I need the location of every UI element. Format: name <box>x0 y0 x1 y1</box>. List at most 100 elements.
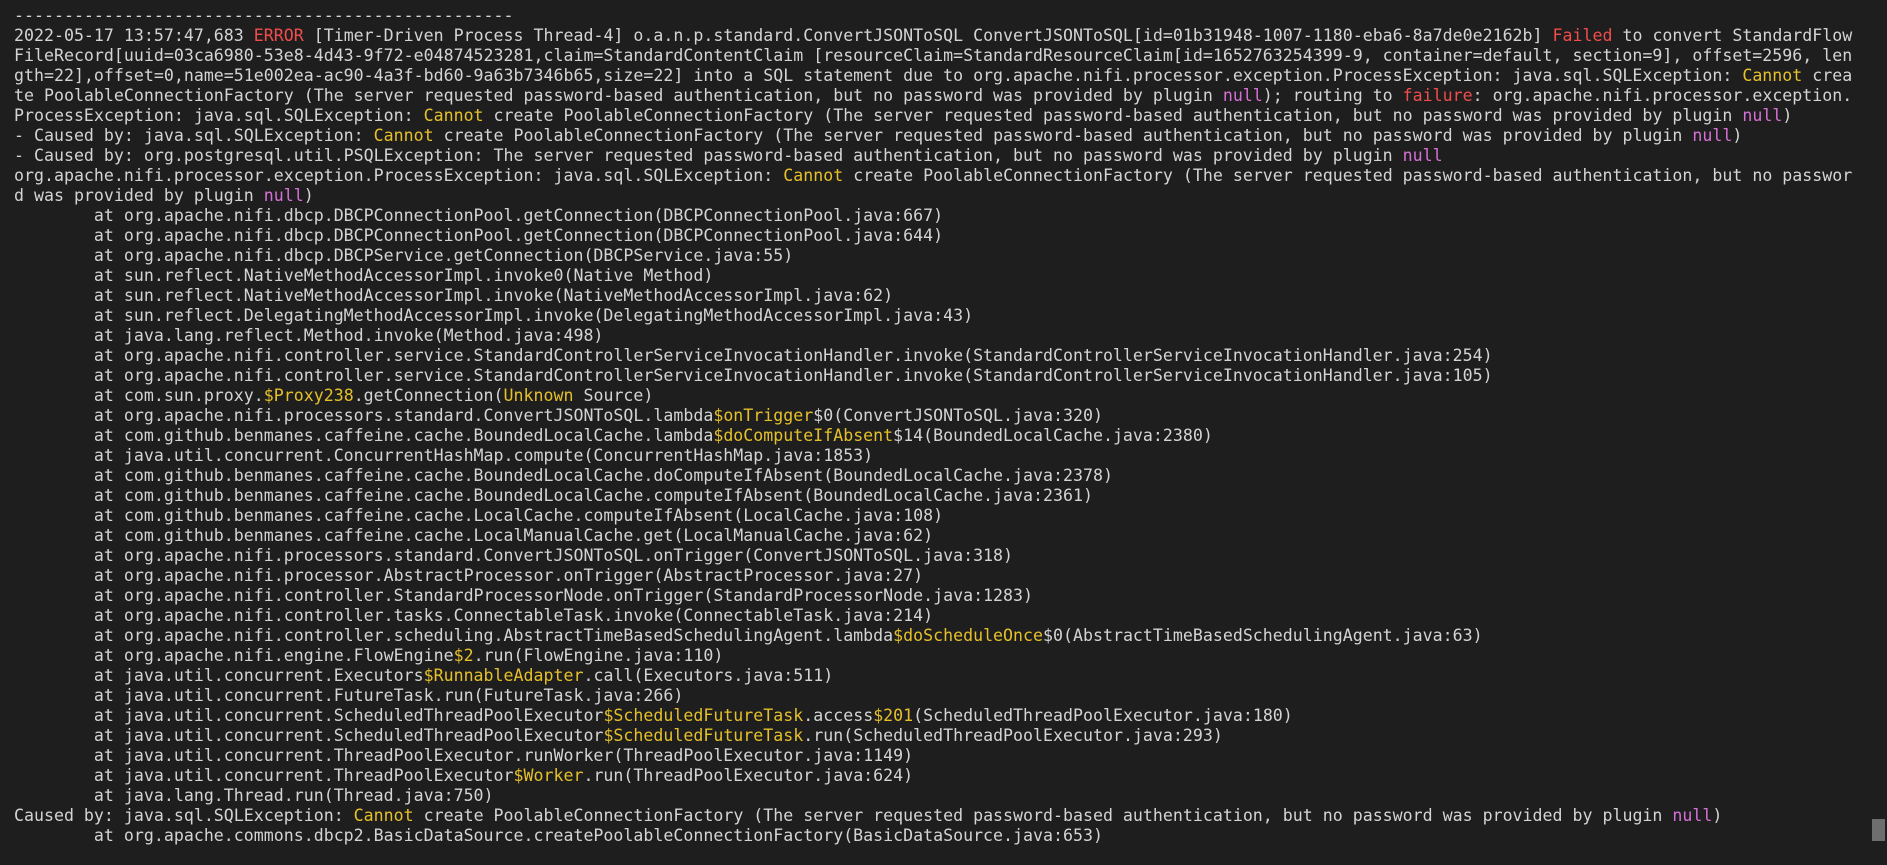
log-line: at com.sun.proxy.$Proxy238.getConnection… <box>14 386 1860 406</box>
log-text-segment: at com.sun.proxy. <box>14 386 264 405</box>
log-text-segment: $0(AbstractTimeBasedSchedulingAgent.java… <box>1043 626 1483 645</box>
log-text-segment: at org.apache.nifi.dbcp.DBCPConnectionPo… <box>14 226 944 245</box>
log-text-segment: at org.apache.nifi.controller.scheduling… <box>14 626 894 645</box>
log-text-segment: $ScheduledFutureTask <box>603 726 804 745</box>
log-line: at sun.reflect.NativeMethodAccessorImpl.… <box>14 286 1860 306</box>
log-text-segment: create PoolableConnectionFactory (The se… <box>843 166 1853 185</box>
log-text-segment: at org.apache.commons.dbcp2.BasicDataSou… <box>14 826 1103 845</box>
log-text-segment: Cannot <box>1742 66 1803 85</box>
log-text-segment: at org.apache.nifi.processor.AbstractPro… <box>14 566 924 585</box>
log-text-segment: at java.util.concurrent.ScheduledThreadP… <box>14 706 604 725</box>
log-text-segment: at org.apache.nifi.controller.tasks.Conn… <box>14 606 934 625</box>
log-text-segment: at org.apache.nifi.engine.FlowEngine <box>14 646 454 665</box>
log-text-segment: Cannot <box>423 106 484 125</box>
log-line: gth=22],offset=0,name=51e002ea-ac90-4a3f… <box>14 66 1860 86</box>
log-line: at java.util.concurrent.ThreadPoolExecut… <box>14 766 1860 786</box>
log-text-segment: $2 <box>453 646 474 665</box>
log-line: at com.github.benmanes.caffeine.cache.Bo… <box>14 426 1860 446</box>
log-text-segment: [Timer-Driven Process Thread-4] o.a.n.p.… <box>303 26 1553 45</box>
log-text-segment: $RunnableAdapter <box>423 666 584 685</box>
log-text-segment: at java.util.concurrent.FutureTask.run(F… <box>14 686 684 705</box>
log-line: at sun.reflect.NativeMethodAccessorImpl.… <box>14 266 1860 286</box>
log-line: org.apache.nifi.processor.exception.Proc… <box>14 166 1860 186</box>
log-line: at org.apache.nifi.engine.FlowEngine$2.r… <box>14 646 1860 666</box>
log-text-segment: gth=22],offset=0,name=51e002ea-ac90-4a3f… <box>14 66 1743 85</box>
log-text-segment: Caused by: java.sql.SQLException: <box>14 806 354 825</box>
log-line: te PoolableConnectionFactory (The server… <box>14 86 1860 106</box>
log-line: at org.apache.nifi.controller.StandardPr… <box>14 586 1860 606</box>
log-text-segment: ) <box>1712 806 1723 825</box>
log-text-segment: null <box>1222 86 1263 105</box>
log-line: at java.util.concurrent.ScheduledThreadP… <box>14 726 1860 746</box>
log-text-segment: ----------------------------------------… <box>14 6 514 25</box>
log-text-segment: $Worker <box>513 766 584 785</box>
log-text-segment: null <box>1742 106 1783 125</box>
log-text-segment: null <box>1692 126 1733 145</box>
log-text-segment: at sun.reflect.DelegatingMethodAccessorI… <box>14 306 974 325</box>
log-text-segment: Cannot <box>783 166 844 185</box>
log-text-segment: $Proxy238 <box>263 386 354 405</box>
log-line: FileRecord[uuid=03ca6980-53e8-4d43-9f72-… <box>14 46 1860 66</box>
log-text-segment: at org.apache.nifi.processors.standard.C… <box>14 546 1014 565</box>
log-line: Caused by: java.sql.SQLException: Cannot… <box>14 806 1860 826</box>
vertical-scrollbar[interactable] <box>1870 0 1887 865</box>
log-text-segment: $doComputeIfAbsent <box>713 426 894 445</box>
log-text-segment: Cannot <box>353 806 414 825</box>
log-text-segment: at com.github.benmanes.caffeine.cache.Lo… <box>14 506 944 525</box>
log-text-segment: $0(ConvertJSONToSQL.java:320) <box>813 406 1103 425</box>
log-text-segment: ) <box>303 186 314 205</box>
log-text-segment: .run(ThreadPoolExecutor.java:624) <box>583 766 914 785</box>
log-text-segment: - Caused by: org.postgresql.util.PSQLExc… <box>14 146 1403 165</box>
log-line: ProcessException: java.sql.SQLException:… <box>14 106 1860 126</box>
log-text-segment: create PoolableConnectionFactory (The se… <box>433 126 1693 145</box>
log-text-segment: at com.github.benmanes.caffeine.cache.Bo… <box>14 426 714 445</box>
log-text-segment: create PoolableConnectionFactory (The se… <box>413 806 1673 825</box>
log-line: at org.apache.nifi.controller.tasks.Conn… <box>14 606 1860 626</box>
log-text-segment: at org.apache.nifi.dbcp.DBCPService.getC… <box>14 246 794 265</box>
terminal-window[interactable]: ----------------------------------------… <box>0 0 1887 865</box>
log-text-segment: .run(ScheduledThreadPoolExecutor.java:29… <box>803 726 1223 745</box>
log-text-segment: $ScheduledFutureTask <box>603 706 804 725</box>
log-text-segment: at org.apache.nifi.processors.standard.C… <box>14 406 714 425</box>
log-text-segment: create PoolableConnectionFactory (The se… <box>483 106 1743 125</box>
log-text-segment: at java.util.concurrent.ConcurrentHashMa… <box>14 446 874 465</box>
log-text-segment: - Caused by: java.sql.SQLException: <box>14 126 374 145</box>
log-output[interactable]: ----------------------------------------… <box>14 6 1860 846</box>
log-text-segment: Failed <box>1552 26 1613 45</box>
log-line: at org.apache.nifi.controller.service.St… <box>14 366 1860 386</box>
log-line: - Caused by: org.postgresql.util.PSQLExc… <box>14 146 1860 166</box>
log-text-segment: Source) <box>573 386 654 405</box>
log-line: at com.github.benmanes.caffeine.cache.Lo… <box>14 506 1860 526</box>
log-line: at java.util.concurrent.Executors$Runnab… <box>14 666 1860 686</box>
log-line: at org.apache.nifi.dbcp.DBCPConnectionPo… <box>14 226 1860 246</box>
log-text-segment: FileRecord[uuid=03ca6980-53e8-4d43-9f72-… <box>14 46 1853 65</box>
log-text-segment: Cannot <box>373 126 434 145</box>
scrollbar-thumb[interactable] <box>1872 819 1885 841</box>
log-text-segment: at org.apache.nifi.controller.service.St… <box>14 366 1493 385</box>
log-text-segment: $201 <box>873 706 914 725</box>
log-line: at org.apache.nifi.processors.standard.C… <box>14 546 1860 566</box>
log-line: 2022-05-17 13:57:47,683 ERROR [Timer-Dri… <box>14 26 1860 46</box>
log-text-segment: (ScheduledThreadPoolExecutor.java:180) <box>913 706 1293 725</box>
log-text-segment: 2022-05-17 13:57:47,683 <box>14 26 254 45</box>
log-text-segment: ) <box>1782 106 1793 125</box>
log-line: at com.github.benmanes.caffeine.cache.Bo… <box>14 466 1860 486</box>
log-line: at org.apache.nifi.dbcp.DBCPConnectionPo… <box>14 206 1860 226</box>
log-text-segment: .access <box>803 706 874 725</box>
log-text-segment: d was provided by plugin <box>14 186 264 205</box>
log-text-segment: .run(FlowEngine.java:110) <box>473 646 724 665</box>
log-text-segment: at sun.reflect.NativeMethodAccessorImpl.… <box>14 286 894 305</box>
log-text-segment: te PoolableConnectionFactory (The server… <box>14 86 1223 105</box>
log-text-segment: : org.apache.nifi.processor.exception. <box>1472 86 1853 105</box>
log-text-segment: $14(BoundedLocalCache.java:2380) <box>893 426 1213 445</box>
log-text-segment: at java.util.concurrent.ThreadPoolExecut… <box>14 766 514 785</box>
log-text-segment: at sun.reflect.NativeMethodAccessorImpl.… <box>14 266 714 285</box>
log-line: at com.github.benmanes.caffeine.cache.Bo… <box>14 486 1860 506</box>
log-line: at java.util.concurrent.ConcurrentHashMa… <box>14 446 1860 466</box>
log-text-segment: at java.lang.reflect.Method.invoke(Metho… <box>14 326 604 345</box>
log-text-segment: .getConnection( <box>353 386 504 405</box>
log-text-segment: null <box>1672 806 1713 825</box>
log-line: at java.util.concurrent.ThreadPoolExecut… <box>14 746 1860 766</box>
log-text-segment: ERROR <box>253 26 304 45</box>
log-text-segment: at java.lang.Thread.run(Thread.java:750) <box>14 786 494 805</box>
